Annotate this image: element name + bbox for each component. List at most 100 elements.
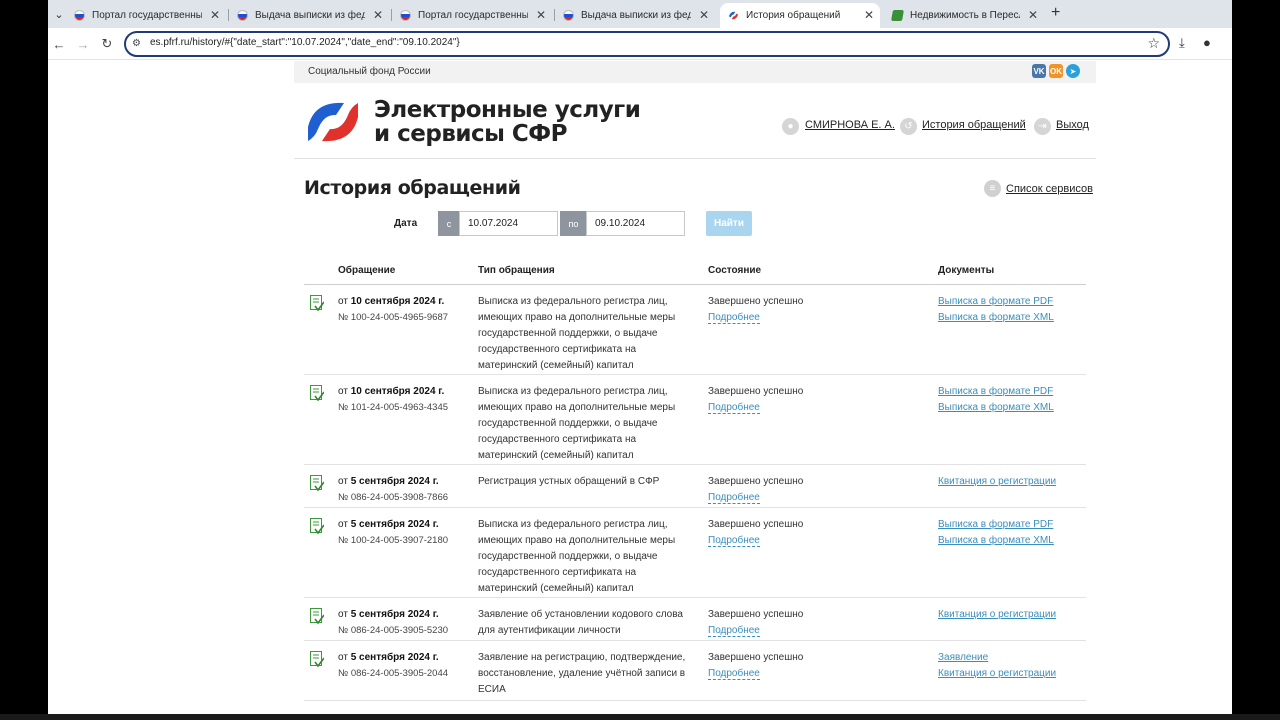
documents-cell: Выписка в формате PDF Выписка в формате X… (938, 517, 1088, 549)
russia-flag-icon (400, 10, 411, 21)
url-text[interactable]: es.pfrf.ru/history/#{"date_start":"10.07… (150, 37, 460, 48)
address-bar[interactable]: ⚙ es.pfrf.ru/history/#{"date_start":"10.… (124, 31, 1170, 57)
tab-history[interactable]: История обращений ✕ (720, 3, 880, 28)
document-link[interactable]: Квитанция о регистрации (938, 474, 1088, 490)
close-icon[interactable]: ✕ (210, 3, 220, 28)
site-settings-icon[interactable]: ⚙ (132, 38, 144, 50)
date-to-input[interactable] (586, 211, 685, 236)
date-value: 5 сентября 2024 г. (350, 476, 439, 487)
date-value: 10 сентября 2024 г. (350, 386, 445, 397)
vk-icon[interactable]: VK (1032, 64, 1046, 78)
tab-strip: ⌄ Портал государственных услуг ✕ Выдача … (48, 0, 1232, 28)
document-check-icon (310, 518, 324, 535)
details-link[interactable]: Подробнее (708, 535, 760, 547)
details-link[interactable]: Подробнее (708, 668, 760, 680)
document-link[interactable]: Квитанция о регистрации (938, 607, 1088, 623)
document-link[interactable]: Выписка в формате PDF (938, 294, 1088, 310)
details-link[interactable]: Подробнее (708, 625, 760, 637)
date-prefix: от (338, 652, 348, 663)
tab-gosuslugi-1[interactable]: Портал государственных услуг ✕ (66, 3, 226, 28)
details-link[interactable]: Подробнее (708, 312, 760, 324)
document-check-icon (310, 651, 324, 668)
request-type: Заявление об установлении кодового слова… (478, 609, 683, 636)
close-icon[interactable]: ✕ (864, 3, 874, 28)
request-date: от 5 сентября 2024 г. (338, 650, 473, 666)
document-link[interactable]: Выписка в формате XML (938, 310, 1088, 326)
list-icon: ≡ (984, 180, 1001, 197)
request-number: № 101-24-005-4963-4345 (338, 402, 449, 413)
request-type: Выписка из федерального регистра лиц, им… (478, 519, 676, 594)
table-header: Обращение Тип обращения Состояние Докуме… (304, 257, 1086, 285)
logout-icon: ⇥ (1034, 118, 1051, 135)
request-cell: от 10 сентября 2024 г. № 100-24-005-4965-… (338, 294, 473, 326)
document-link[interactable]: Квитанция о регистрации (938, 666, 1088, 682)
tab-nedvizhimost[interactable]: Недвижимость в Переславле ✕ (884, 3, 1044, 28)
history-icon: ↺ (900, 118, 917, 135)
forward-icon[interactable]: → (74, 35, 92, 53)
close-icon[interactable]: ✕ (1028, 3, 1038, 28)
status-text: Завершено успешно (708, 519, 804, 530)
history-table: Обращение Тип обращения Состояние Докуме… (304, 257, 1086, 701)
request-type: Выписка из федерального регистра лиц, им… (478, 386, 676, 461)
request-number: № 086-24-005-3905-2044 (338, 668, 449, 679)
sfr-logo[interactable] (304, 97, 362, 147)
details-link[interactable]: Подробнее (708, 402, 760, 414)
status-cell: Завершено успешно Подробнее (708, 294, 908, 326)
tab-title: Недвижимость в Переславле (910, 10, 1020, 21)
document-link[interactable]: Выписка в формате PDF (938, 384, 1088, 400)
close-icon[interactable]: ✕ (373, 3, 383, 28)
profile-icon[interactable]: ● (1203, 35, 1211, 50)
russia-flag-icon (563, 10, 574, 21)
logout-link[interactable]: Выход (1056, 119, 1089, 131)
date-filter-label: Дата (394, 218, 418, 229)
tab-vypiska-1[interactable]: Выдача выписки из федерального ✕ (229, 3, 389, 28)
close-icon[interactable]: ✕ (699, 3, 709, 28)
document-link[interactable]: Выписка в формате XML (938, 400, 1088, 416)
document-link[interactable]: Выписка в формате PDF (938, 517, 1088, 533)
document-link[interactable]: Заявление (938, 650, 1088, 666)
green-leaf-icon (891, 10, 904, 21)
services-list-link[interactable]: Список сервисов (1006, 183, 1093, 195)
column-header-documents: Документы (938, 265, 995, 276)
user-name-link[interactable]: СМИРНОВА Е. А. (805, 119, 895, 131)
table-row: от 5 сентября 2024 г. № 086-24-005-3905-5… (304, 598, 1086, 641)
russia-flag-icon (237, 10, 248, 21)
date-prefix: от (338, 519, 348, 530)
download-icon[interactable]: ⤓ (1179, 35, 1185, 51)
request-date: от 10 сентября 2024 г. (338, 294, 473, 310)
new-tab-icon[interactable]: + (1051, 4, 1060, 22)
date-from-prefix: с (438, 211, 460, 236)
browser-toolbar: ← → ↻ ⚙ es.pfrf.ru/history/#{"date_start… (48, 28, 1232, 60)
request-type: Выписка из федерального регистра лиц, им… (478, 296, 676, 371)
documents-cell: Квитанция о регистрации (938, 474, 1088, 490)
tab-gosuslugi-2[interactable]: Портал государственных услуг ✕ (392, 3, 552, 28)
back-icon[interactable]: ← (50, 35, 68, 53)
request-date: от 10 сентября 2024 г. (338, 384, 473, 400)
status-cell: Завершено успешно Подробнее (708, 517, 908, 549)
history-link[interactable]: История обращений (922, 119, 1026, 131)
bookmark-star-icon[interactable]: ☆ (1147, 35, 1160, 52)
request-date: от 5 сентября 2024 г. (338, 607, 473, 623)
top-bar: Социальный фонд России VK OK ➤ (294, 61, 1096, 83)
status-text: Завершено успешно (708, 296, 804, 307)
reload-icon[interactable]: ↻ (98, 35, 116, 53)
date-from-input[interactable] (459, 211, 558, 236)
document-check-icon (310, 385, 324, 402)
brand-title: Электронные услуги и сервисы СФР (374, 98, 641, 146)
column-header-type: Тип обращения (478, 265, 555, 276)
documents-cell: Выписка в формате PDF Выписка в формате X… (938, 384, 1088, 416)
document-link[interactable]: Выписка в формате XML (938, 533, 1088, 549)
details-link[interactable]: Подробнее (708, 492, 760, 504)
date-to-prefix: по (560, 211, 587, 236)
tab-title: Портал государственных услуг (92, 10, 202, 21)
find-button[interactable]: Найти (706, 211, 752, 236)
request-number: № 086-24-005-3908-7866 (338, 492, 449, 503)
document-check-icon (310, 475, 324, 492)
tab-vypiska-2[interactable]: Выдача выписки из федерального ✕ (555, 3, 715, 28)
tab-title: Выдача выписки из федерального (255, 10, 365, 21)
telegram-icon[interactable]: ➤ (1066, 64, 1080, 78)
table-row: от 10 сентября 2024 г. № 101-24-005-4963-… (304, 375, 1086, 465)
close-icon[interactable]: ✕ (536, 3, 546, 28)
odnoklassniki-icon[interactable]: OK (1049, 64, 1063, 78)
status-text: Завершено успешно (708, 652, 804, 663)
